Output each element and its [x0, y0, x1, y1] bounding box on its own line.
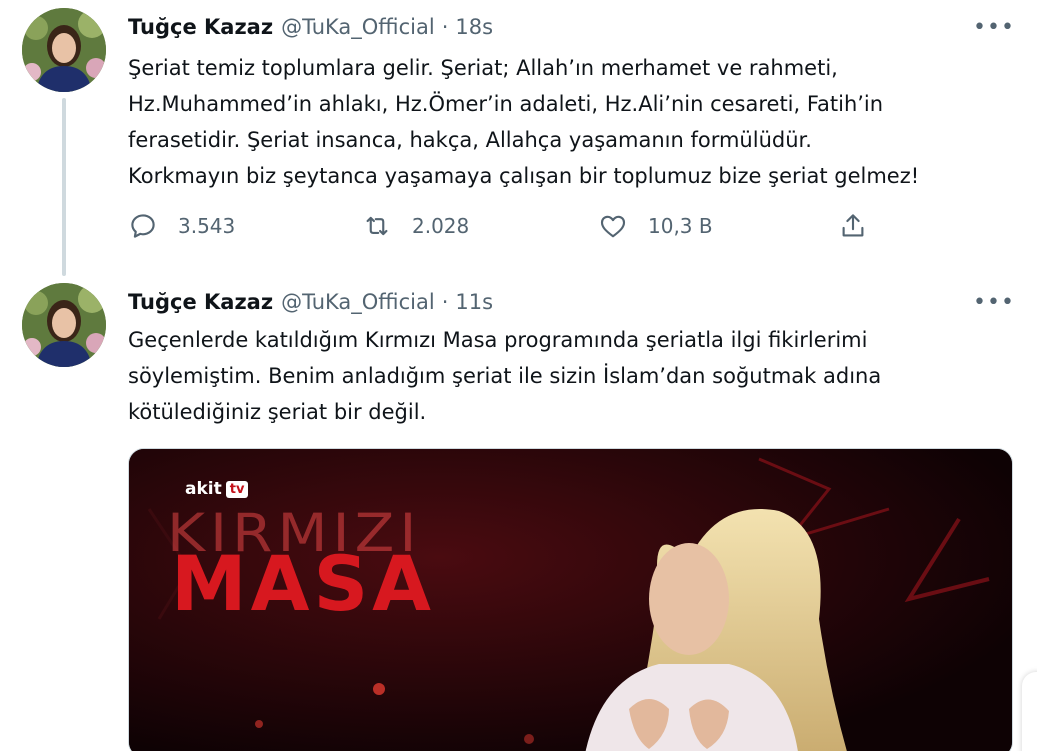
- separator-dot: ·: [441, 290, 449, 314]
- tweet-media-video[interactable]: akit tv KIRMIZI MASA: [128, 448, 1013, 751]
- separator-dot: ·: [441, 15, 449, 39]
- retweet-icon: [366, 216, 388, 236]
- tweet-text: Geçenlerde katıldığım Kırmızı Masa progr…: [128, 322, 1008, 430]
- tweet-header: Tuğçe Kazaz @TuKa_Official · 18s: [128, 13, 493, 41]
- tweet-text-line: Hz.Muhammed’in ahlakı, Hz.Ömer’in adalet…: [128, 92, 884, 116]
- flag-icon: [929, 475, 1013, 751]
- tweet-text-line: ferasetidir. Şeriat insanca, hakça, Alla…: [128, 128, 812, 152]
- retweet-button[interactable]: 2.028: [362, 208, 469, 244]
- tweet-actions: 3.543 2.028 10,3 B: [124, 208, 874, 244]
- avatar[interactable]: [22, 8, 106, 92]
- share-button[interactable]: [838, 208, 868, 244]
- tweet-text-line: Şeriat temiz toplumlara gelir. Şeriat; A…: [128, 56, 838, 80]
- author-name[interactable]: Tuğçe Kazaz: [128, 290, 273, 314]
- like-button[interactable]: 10,3 B: [598, 208, 713, 244]
- share-icon: [842, 214, 864, 237]
- channel-logo-text: akit: [185, 479, 222, 499]
- avatar[interactable]: [22, 283, 106, 367]
- tweet-text-line: söylemiştim. Benim anladığım şeriat ile …: [128, 364, 882, 388]
- tweet-thread: Tuğçe Kazaz @TuKa_Official · 18s ••• Şer…: [0, 0, 1037, 751]
- thread-connector: [62, 98, 66, 276]
- reply-icon: [131, 214, 155, 238]
- tweet-text-line: Korkmayın biz şeytanca yaşamaya çalışan …: [128, 164, 920, 188]
- tweet[interactable]: Tuğçe Kazaz @TuKa_Official · 18s ••• Şer…: [0, 0, 1037, 276]
- avatar-photo: [22, 8, 106, 92]
- timestamp[interactable]: 18s: [455, 15, 493, 39]
- retweet-count: 2.028: [412, 214, 470, 238]
- reply-count: 3.543: [178, 214, 236, 238]
- channel-logo-tv: tv: [225, 480, 249, 498]
- like-count: 10,3 B: [648, 214, 713, 238]
- more-icon[interactable]: •••: [973, 13, 1014, 41]
- author-handle[interactable]: @TuKa_Official: [281, 15, 435, 39]
- heart-icon: [600, 215, 626, 238]
- floating-panel-edge[interactable]: [1022, 672, 1037, 751]
- author-name[interactable]: Tuğçe Kazaz: [128, 15, 273, 39]
- channel-logo: akit tv: [185, 479, 249, 499]
- show-title-bottom: MASA: [171, 539, 436, 628]
- more-icon[interactable]: •••: [973, 288, 1014, 316]
- timestamp[interactable]: 11s: [455, 290, 493, 314]
- avatar-photo: [22, 283, 106, 367]
- tweet-text-line: Geçenlerde katıldığım Kırmızı Masa progr…: [128, 328, 868, 352]
- tweet-header: Tuğçe Kazaz @TuKa_Official · 11s: [128, 288, 493, 316]
- tweet[interactable]: Tuğçe Kazaz @TuKa_Official · 11s ••• Geç…: [0, 272, 1037, 751]
- author-handle[interactable]: @TuKa_Official: [281, 290, 435, 314]
- reply-button[interactable]: 3.543: [128, 208, 235, 244]
- tweet-text-line: kötülediğiniz şeriat bir değil.: [128, 400, 427, 424]
- tweet-text: Şeriat temiz toplumlara gelir. Şeriat; A…: [128, 50, 1008, 194]
